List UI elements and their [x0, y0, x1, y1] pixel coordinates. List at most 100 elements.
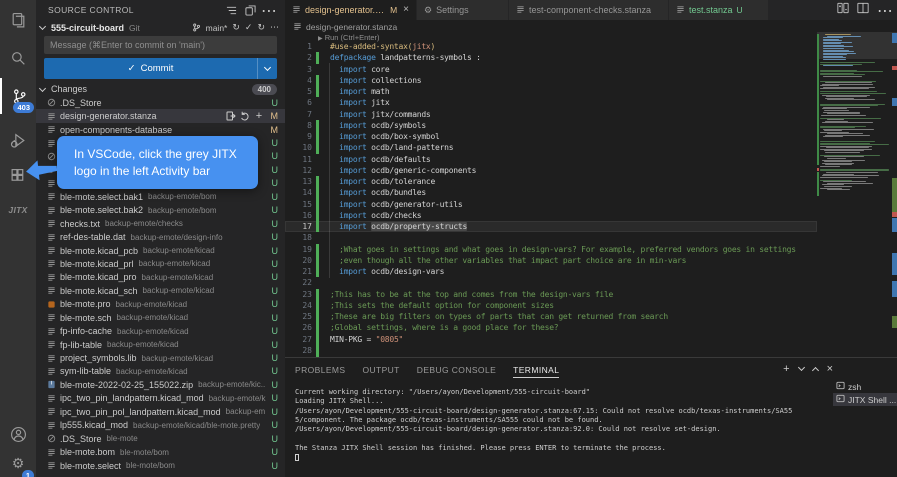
- run-debug-icon[interactable]: [0, 122, 36, 158]
- code-line[interactable]: 12 import ocdb/generic-components: [285, 165, 817, 176]
- file-row[interactable]: ble-mote.select ble-mote/bom U: [36, 459, 285, 472]
- stage-changes-icon[interactable]: +: [253, 111, 265, 122]
- changes-label[interactable]: Changes: [51, 84, 252, 94]
- code-line[interactable]: 17 import ocdb/property-structs: [285, 221, 817, 233]
- code-line[interactable]: 20 ;even though all the other variables …: [285, 254, 817, 266]
- close-tab-icon[interactable]: ×: [403, 5, 409, 15]
- code-line[interactable]: 7 import jitx/commands: [285, 109, 817, 120]
- new-terminal-icon[interactable]: +: [783, 363, 789, 375]
- panel-tab-output[interactable]: OUTPUT: [362, 362, 399, 378]
- terminal-list-item[interactable]: JITX Shell ...: [833, 393, 897, 406]
- file-name: ble-mote.kicad_pcb: [60, 245, 139, 256]
- code-line[interactable]: 25 ;These are big filters on types of par…: [285, 311, 817, 323]
- editor-more-icon[interactable]: ⋯: [877, 1, 893, 20]
- code-line[interactable]: 22: [285, 277, 817, 288]
- code-line[interactable]: 9 import ocdb/box-symbol: [285, 131, 817, 143]
- file-row[interactable]: ble-mote.select.bak2 backup-emote/bom U: [36, 204, 285, 217]
- search-icon[interactable]: [0, 40, 36, 76]
- file-row[interactable]: project_symbols.lib backup-emote/kicad U: [36, 351, 285, 364]
- split-editor-icon[interactable]: [857, 1, 869, 19]
- code-line[interactable]: 26 ;Global settings, where is a good plac…: [285, 322, 817, 334]
- file-row[interactable]: sym-lib-table backup-emote/kicad U: [36, 365, 285, 378]
- editor-tab[interactable]: ⚙ Settings: [417, 0, 509, 20]
- repositories-icon[interactable]: [242, 2, 258, 18]
- panel-tab-problems[interactable]: PROBLEMS: [295, 362, 345, 378]
- terminal-dropdown-icon[interactable]: [797, 363, 805, 372]
- branch-name[interactable]: main*: [206, 23, 228, 33]
- code-line[interactable]: 6 import jitx: [285, 97, 817, 108]
- file-row[interactable]: ble-mote.pro backup-emote/kicad U: [36, 298, 285, 311]
- open-file-icon[interactable]: [225, 111, 237, 121]
- file-row[interactable]: lp555.kicad_mod backup-emote/kicad/ble-mo…: [36, 419, 285, 432]
- maximize-panel-icon[interactable]: [811, 366, 819, 375]
- commit-check-icon[interactable]: ✓: [245, 23, 253, 33]
- repo-collapse-chevron-icon[interactable]: [38, 22, 47, 31]
- terminal-list-item[interactable]: zsh: [833, 380, 897, 393]
- file-row[interactable]: ble-mote.kicad_pcb backup-emote/kicad U: [36, 244, 285, 257]
- commit-button[interactable]: ✓ Commit: [44, 58, 277, 79]
- editor-tab[interactable]: test.stanza U: [669, 0, 769, 20]
- explorer-icon[interactable]: [0, 2, 36, 38]
- code-line[interactable]: 15 import ocdb/generator-utils: [285, 198, 817, 210]
- terminal-output[interactable]: Current working directory: "/Users/ayon/…: [295, 388, 831, 477]
- file-row[interactable]: ipc_two_pin_pol_landpattern.kicad_mod bac…: [36, 405, 285, 418]
- file-row[interactable]: ble-mote.sch backup-emote/kicad U: [36, 311, 285, 324]
- file-row[interactable]: ble-mote.select.bak1 backup-emote/bom U: [36, 190, 285, 203]
- file-row[interactable]: design-generator.stanza + M: [36, 109, 285, 123]
- refresh-icon[interactable]: ↻: [257, 23, 265, 33]
- discard-changes-icon[interactable]: [239, 111, 251, 121]
- code-editor[interactable]: 1 #use-added-syntax(jitx) 2 defpackage land…: [285, 41, 817, 357]
- panel-tab-terminal[interactable]: TERMINAL: [513, 362, 560, 378]
- file-row[interactable]: ble-mote.bom ble-mote/bom U: [36, 445, 285, 458]
- code-line[interactable]: 10 import ocdb/land-patterns: [285, 142, 817, 154]
- open-changes-icon[interactable]: [837, 1, 849, 19]
- file-row[interactable]: open-components-database M: [36, 123, 285, 136]
- file-row[interactable]: ble-mote.kicad_sch backup-emote/kicad U: [36, 284, 285, 297]
- settings-gear-icon[interactable]: ⚙ 1: [0, 446, 36, 477]
- repo-more-icon[interactable]: ⋯: [270, 23, 279, 33]
- commit-dropdown-button[interactable]: [257, 58, 277, 79]
- code-line[interactable]: 11 import ocdb/defaults: [285, 154, 817, 165]
- file-row[interactable]: ble-mote.kicad_pro backup-emote/kicad U: [36, 271, 285, 284]
- code-line[interactable]: 5 import math: [285, 86, 817, 98]
- code-line[interactable]: 19 ;What goes in settings and what goes …: [285, 243, 817, 255]
- file-row[interactable]: fp-lib-table backup-emote/kicad U: [36, 338, 285, 351]
- file-row[interactable]: fp-info-cache backup-emote/kicad U: [36, 324, 285, 337]
- file-row[interactable]: ble-mote.kicad_prl backup-emote/kicad U: [36, 257, 285, 270]
- code-line[interactable]: 16 import ocdb/checks: [285, 209, 817, 221]
- view-as-tree-icon[interactable]: [223, 2, 239, 18]
- file-row[interactable]: ble-mote-2022-02-25_155022.zip backup-emo…: [36, 378, 285, 391]
- editor-tab[interactable]: test-component-checks.stanza: [509, 0, 669, 20]
- code-line[interactable]: 23 ;This has to be at the top and comes f…: [285, 288, 817, 300]
- file-row[interactable]: ipc_two_pin_landpattern.kicad_mod backup-…: [36, 392, 285, 405]
- file-row[interactable]: checks.txt backup-emote/checks U: [36, 217, 285, 230]
- code-line[interactable]: 21 import ocdb/design-vars: [285, 266, 817, 278]
- code-line[interactable]: 8 import ocdb/symbols: [285, 119, 817, 131]
- panel-tab-debug-console[interactable]: DEBUG CONSOLE: [417, 362, 496, 378]
- code-line[interactable]: 13 import ocdb/tolerance: [285, 176, 817, 188]
- code-line[interactable]: 18: [285, 232, 817, 243]
- commit-message-input[interactable]: [44, 36, 277, 54]
- code-line[interactable]: 28: [285, 344, 817, 356]
- code-line[interactable]: 14 import ocdb/bundles: [285, 187, 817, 199]
- repo-name[interactable]: 555-circuit-board: [51, 23, 124, 33]
- jitx-logo-icon[interactable]: JITX: [0, 192, 36, 228]
- file-row[interactable]: ref-des-table.dat backup-emote/design-inf…: [36, 230, 285, 243]
- code-line[interactable]: 2 defpackage landpatterns-symbols :: [285, 52, 817, 64]
- source-control-icon[interactable]: 403: [0, 78, 36, 114]
- code-line[interactable]: 1 #use-added-syntax(jitx): [285, 41, 817, 52]
- code-line[interactable]: 27 MIN-PKG = "0805": [285, 333, 817, 345]
- editor-tab[interactable]: design-generator.stanzaM ×: [285, 0, 417, 20]
- sync-icon[interactable]: ↻: [232, 23, 240, 33]
- code-line[interactable]: 4 import collections: [285, 74, 817, 86]
- changes-collapse-chevron-icon[interactable]: [38, 84, 47, 92]
- more-actions-icon[interactable]: ⋯: [261, 1, 277, 20]
- breadcrumb[interactable]: design-generator.stanza: [293, 20, 397, 33]
- close-panel-icon[interactable]: ×: [827, 363, 833, 375]
- minimap[interactable]: [817, 20, 897, 357]
- file-row[interactable]: .DS_Store U: [36, 96, 285, 109]
- code-line[interactable]: 3 import core: [285, 64, 817, 75]
- line-number: 8: [307, 120, 312, 130]
- code-line[interactable]: 24 ;This sets the default option for comp…: [285, 299, 817, 311]
- file-row[interactable]: .DS_Store ble-mote U: [36, 432, 285, 445]
